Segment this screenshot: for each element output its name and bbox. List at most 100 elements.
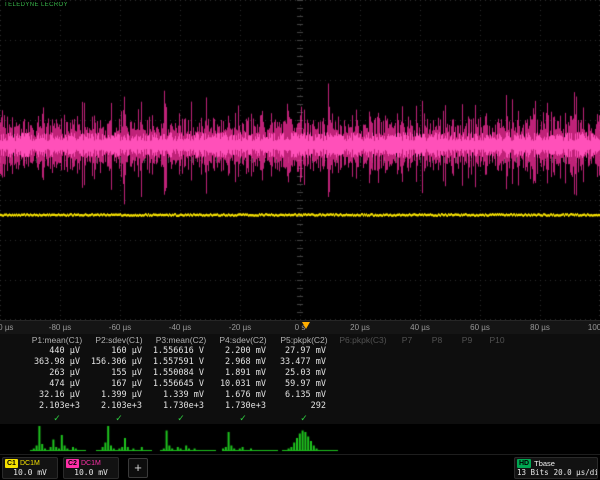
measure-cell: 156.306 µV — [88, 357, 150, 368]
measure-cell — [482, 357, 512, 368]
crosshair-icon[interactable]: + — [128, 458, 148, 478]
time-axis-label: -60 µs — [109, 323, 131, 332]
measure-cell: 363.98 µV — [26, 357, 88, 368]
measure-status-check — [452, 412, 482, 424]
time-axis: -100 µs-80 µs-60 µs-40 µs-20 µs0 s20 µs4… — [0, 320, 600, 335]
measure-cell — [482, 346, 512, 357]
measure-cell: 474 µV — [26, 379, 88, 390]
time-axis-label: 100 µs — [588, 323, 600, 332]
measure-header-p2[interactable]: P2:sdev(C1) — [88, 334, 150, 346]
measure-cell — [482, 390, 512, 401]
measure-row: 263 µV155 µV1.550084 V1.891 mV25.03 mV — [0, 368, 600, 379]
measure-cell — [422, 368, 452, 379]
timebase-scale: 20.0 µs/div — [554, 468, 598, 477]
measure-header-p1[interactable]: P1:mean(C1) — [26, 334, 88, 346]
trigger-position-marker[interactable] — [302, 322, 310, 329]
timebase-label: Tbase — [534, 459, 555, 468]
channel-descriptor-c2[interactable]: C2 DC1M 10.0 mV — [63, 457, 119, 479]
waveform-display[interactable] — [0, 0, 600, 320]
measure-cell — [422, 401, 452, 412]
timebase-bits: 13 Bits — [517, 468, 549, 477]
measure-row: 474 µV167 µV1.556645 V10.031 mV59.97 mV — [0, 379, 600, 390]
measure-cell — [452, 390, 482, 401]
brand-label: TELEDYNE LECROY — [4, 2, 68, 8]
measure-cell — [482, 401, 512, 412]
measure-cell: 2.200 mV — [212, 346, 274, 357]
channel-c1-chip: C1 — [5, 459, 18, 468]
measure-cell — [334, 346, 392, 357]
measure-cell — [482, 379, 512, 390]
time-axis-label: -100 µs — [0, 323, 13, 332]
measure-cell: 1.399 µV — [88, 390, 150, 401]
measure-status-row: ✓✓✓✓✓ — [0, 412, 600, 424]
measure-header-p5[interactable]: P5:pkpk(C2) — [274, 334, 334, 346]
measure-cell — [392, 390, 422, 401]
oscilloscope-screen: TELEDYNE LECROY -100 µs-80 µs-60 µs-40 µ… — [0, 0, 600, 480]
time-axis-label: 60 µs — [470, 323, 490, 332]
measure-cell: 1.557591 V — [150, 357, 212, 368]
measure-header-p8[interactable]: P8 — [422, 334, 452, 346]
measure-status-check: ✓ — [150, 412, 212, 424]
measure-header-p6[interactable]: P6:pkpk(C3) — [334, 334, 392, 346]
channel-c2-chip: C2 — [66, 459, 79, 468]
measure-cell — [334, 357, 392, 368]
measure-status-check — [422, 412, 452, 424]
measure-cell — [392, 346, 422, 357]
measure-cell — [392, 368, 422, 379]
measure-cell — [334, 390, 392, 401]
measure-cell — [334, 379, 392, 390]
timebase-descriptor[interactable]: HD Tbase 13 Bits 20.0 µs/div — [514, 457, 598, 479]
measure-cell: 263 µV — [26, 368, 88, 379]
measurement-table: P1:mean(C1)P2:sdev(C1)P3:mean(C2)P4:sdev… — [0, 334, 600, 424]
measure-cell: 167 µV — [88, 379, 150, 390]
measure-cell: 1.556645 V — [150, 379, 212, 390]
measure-cell: 2.103e+3 — [26, 401, 88, 412]
measure-status-check: ✓ — [274, 412, 334, 424]
measure-cell — [392, 401, 422, 412]
channel-c1-coupling: DC1M — [20, 459, 40, 468]
hd-mode-badge: HD — [517, 459, 531, 468]
measure-header-p7[interactable]: P7 — [392, 334, 422, 346]
time-axis-label: 20 µs — [350, 323, 370, 332]
measure-cell — [422, 379, 452, 390]
measure-status-check — [482, 412, 512, 424]
measure-header-p10[interactable]: P10 — [482, 334, 512, 346]
measure-cell: 160 µV — [88, 346, 150, 357]
measure-cell: 1.676 mV — [212, 390, 274, 401]
measure-cell: 6.135 mV — [274, 390, 334, 401]
measure-row: 2.103e+32.103e+31.730e+31.730e+3292 — [0, 401, 600, 412]
measure-cell — [452, 368, 482, 379]
measure-cell: 10.031 mV — [212, 379, 274, 390]
measure-cell — [452, 357, 482, 368]
measure-header-p4[interactable]: P4:sdev(C2) — [212, 334, 274, 346]
measure-cell: 1.556616 V — [150, 346, 212, 357]
measure-cell — [392, 379, 422, 390]
time-axis-label: 80 µs — [530, 323, 550, 332]
measure-cell — [452, 401, 482, 412]
measure-status-check — [392, 412, 422, 424]
measure-status-check — [334, 412, 392, 424]
measurement-histicons[interactable] — [0, 424, 600, 454]
measure-cell — [392, 357, 422, 368]
measure-cell: 292 — [274, 401, 334, 412]
measure-cell — [334, 401, 392, 412]
time-axis-label: 40 µs — [410, 323, 430, 332]
measure-cell — [422, 346, 452, 357]
measure-cell: 1.730e+3 — [150, 401, 212, 412]
channel-descriptor-c1[interactable]: C1 DC1M 10.0 mV — [2, 457, 58, 479]
measure-header-p3[interactable]: P3:mean(C2) — [150, 334, 212, 346]
measure-status-check: ✓ — [212, 412, 274, 424]
measure-cell: 25.03 mV — [274, 368, 334, 379]
measure-cell: 2.968 mV — [212, 357, 274, 368]
measure-cell: 1.339 mV — [150, 390, 212, 401]
measure-cell: 440 µV — [26, 346, 88, 357]
measure-header-p9[interactable]: P9 — [452, 334, 482, 346]
measure-cell: 1.730e+3 — [212, 401, 274, 412]
measure-cell — [452, 346, 482, 357]
measure-cell: 59.97 mV — [274, 379, 334, 390]
time-axis-label: -40 µs — [169, 323, 191, 332]
channel-c1-scale: 10.0 mV — [5, 468, 55, 478]
measure-cell — [422, 357, 452, 368]
measure-body: 440 µV160 µV1.556616 V2.200 mV27.97 mV36… — [0, 346, 600, 412]
measure-cell: 155 µV — [88, 368, 150, 379]
